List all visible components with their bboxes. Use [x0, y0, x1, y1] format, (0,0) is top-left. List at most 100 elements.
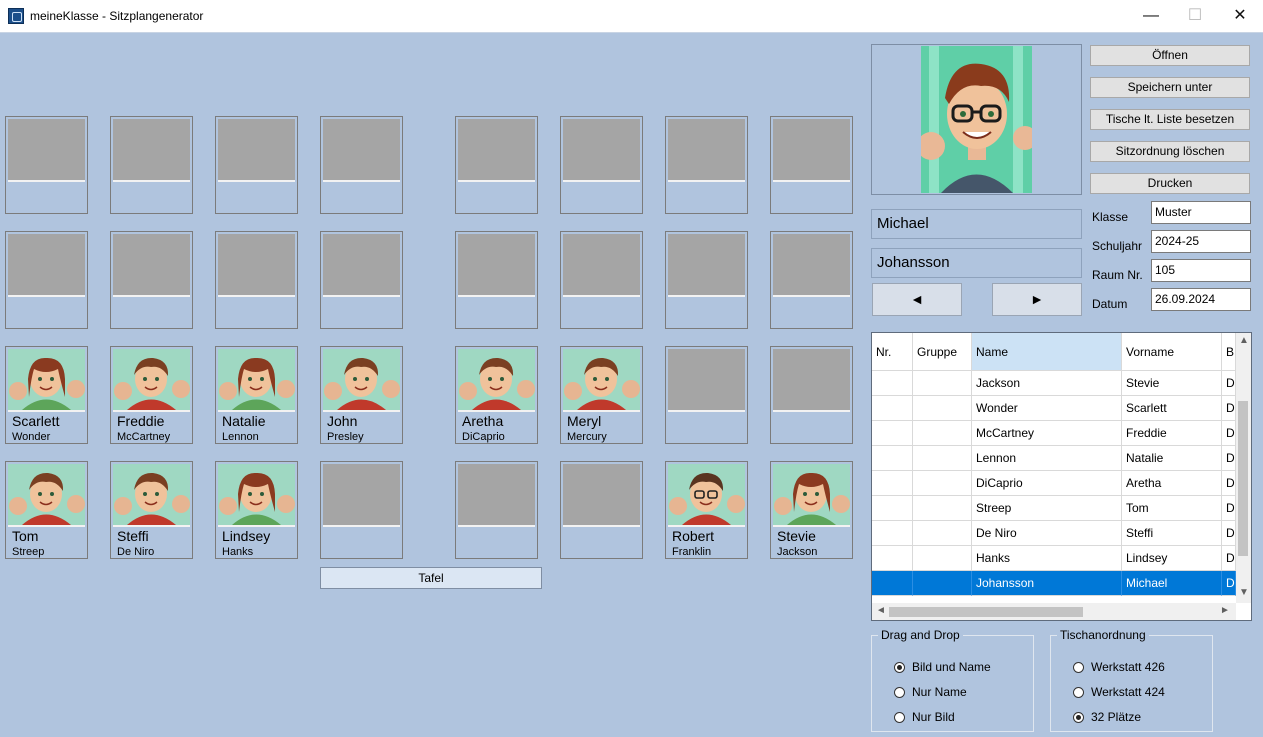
desk-seat[interactable]: Tom Streep — [5, 461, 88, 559]
first-name-field[interactable]: Michael — [871, 209, 1082, 239]
desk-seat[interactable] — [320, 461, 403, 559]
table-cell[interactable]: Steffi — [1122, 521, 1222, 546]
table-cell[interactable] — [872, 471, 913, 496]
table-cell[interactable] — [913, 546, 972, 571]
table-cell[interactable]: DiCaprio — [972, 471, 1122, 496]
table-cell[interactable]: Freddie — [1122, 421, 1222, 446]
desk-seat[interactable] — [5, 116, 88, 214]
fill-desks-from-list-button[interactable]: Tische lt. Liste besetzen — [1090, 109, 1250, 130]
horizontal-scroll-thumb[interactable] — [889, 607, 1083, 617]
column-header[interactable]: Nr. — [872, 333, 913, 371]
vertical-scroll-thumb[interactable] — [1238, 401, 1248, 556]
table-cell[interactable]: Scarlett — [1122, 396, 1222, 421]
table-cell[interactable] — [872, 571, 913, 596]
table-cell[interactable]: Wonder — [972, 396, 1122, 421]
desk-seat[interactable] — [215, 116, 298, 214]
desk-seat[interactable] — [665, 346, 748, 444]
vertical-scrollbar[interactable]: ▲ ▼ — [1236, 333, 1251, 603]
scroll-right-icon[interactable]: ► — [1220, 605, 1230, 616]
desk-seat[interactable] — [665, 116, 748, 214]
room-number-input[interactable]: 105 — [1151, 259, 1251, 282]
open-button[interactable]: Öffnen — [1090, 45, 1250, 66]
desk-seat[interactable] — [560, 231, 643, 329]
desk-seat[interactable] — [110, 231, 193, 329]
student-table[interactable]: Nr. Gruppe Name Vorname B Jackson Stevie D Wonde… — [871, 332, 1252, 621]
desk-seat[interactable]: Aretha DiCaprio — [455, 346, 538, 444]
scroll-up-icon[interactable]: ▲ — [1239, 335, 1249, 346]
radio-button[interactable] — [894, 712, 905, 723]
desk-seat[interactable] — [455, 116, 538, 214]
table-cell[interactable]: De Niro — [972, 521, 1122, 546]
table-cell[interactable] — [872, 546, 913, 571]
save-as-button[interactable]: Speichern unter — [1090, 77, 1250, 98]
table-cell[interactable] — [913, 571, 972, 596]
desk-seat[interactable] — [110, 116, 193, 214]
next-student-button[interactable]: ► — [992, 283, 1082, 316]
table-cell[interactable]: D — [1222, 521, 1236, 546]
table-cell[interactable]: McCartney — [972, 421, 1122, 446]
clear-seating-button[interactable]: Sitzordnung löschen — [1090, 141, 1250, 162]
desk-seat[interactable]: Stevie Jackson — [770, 461, 853, 559]
table-cell[interactable]: Johansson — [972, 571, 1122, 596]
table-cell[interactable] — [872, 371, 913, 396]
desk-seat[interactable] — [770, 231, 853, 329]
school-year-input[interactable]: 2024-25 — [1151, 230, 1251, 253]
desk-seat[interactable] — [455, 461, 538, 559]
desk-seat[interactable]: Lindsey Hanks — [215, 461, 298, 559]
table-cell[interactable]: Aretha — [1122, 471, 1222, 496]
desk-seat[interactable] — [320, 231, 403, 329]
desk-seat[interactable] — [665, 231, 748, 329]
table-cell[interactable] — [872, 446, 913, 471]
desk-seat[interactable] — [320, 116, 403, 214]
column-header[interactable]: Gruppe — [913, 333, 972, 371]
table-cell[interactable] — [872, 496, 913, 521]
desk-seat[interactable]: John Presley — [320, 346, 403, 444]
previous-student-button[interactable]: ◄ — [872, 283, 962, 316]
column-header[interactable]: B — [1222, 333, 1236, 371]
horizontal-scrollbar[interactable]: ◄ ► — [872, 603, 1236, 620]
scroll-left-icon[interactable]: ◄ — [876, 605, 886, 616]
desk-seat[interactable] — [5, 231, 88, 329]
close-button[interactable]: ✕ — [1217, 0, 1263, 32]
desk-seat[interactable] — [560, 461, 643, 559]
desk-seat[interactable]: Freddie McCartney — [110, 346, 193, 444]
table-cell[interactable]: Lindsey — [1122, 546, 1222, 571]
table-cell[interactable]: Tom — [1122, 496, 1222, 521]
table-cell[interactable] — [913, 471, 972, 496]
minimize-button[interactable]: — — [1128, 0, 1174, 32]
desk-seat[interactable] — [215, 231, 298, 329]
radio-button[interactable] — [1073, 712, 1084, 723]
print-button[interactable]: Drucken — [1090, 173, 1250, 194]
table-cell[interactable]: Hanks — [972, 546, 1122, 571]
maximize-button[interactable]: ☐ — [1172, 0, 1218, 32]
desk-seat[interactable]: Robert Franklin — [665, 461, 748, 559]
last-name-field[interactable]: Johansson — [871, 248, 1082, 278]
table-cell[interactable]: D — [1222, 471, 1236, 496]
desk-seat[interactable]: Steffi De Niro — [110, 461, 193, 559]
table-cell[interactable] — [913, 371, 972, 396]
desk-seat[interactable] — [770, 116, 853, 214]
table-cell[interactable]: Jackson — [972, 371, 1122, 396]
table-cell[interactable]: Michael — [1122, 571, 1222, 596]
table-cell[interactable]: Natalie — [1122, 446, 1222, 471]
column-header[interactable]: Name — [972, 333, 1122, 371]
table-cell[interactable] — [913, 421, 972, 446]
table-cell[interactable]: Lennon — [972, 446, 1122, 471]
table-cell[interactable]: D — [1222, 446, 1236, 471]
table-cell[interactable] — [872, 421, 913, 446]
table-cell[interactable]: D — [1222, 371, 1236, 396]
table-cell[interactable] — [872, 521, 913, 546]
table-cell[interactable] — [913, 396, 972, 421]
table-cell[interactable]: Streep — [972, 496, 1122, 521]
desk-seat[interactable]: Meryl Mercury — [560, 346, 643, 444]
table-cell[interactable]: D — [1222, 546, 1236, 571]
radio-button[interactable] — [894, 662, 905, 673]
desk-seat[interactable] — [455, 231, 538, 329]
class-input[interactable]: Muster — [1151, 201, 1251, 224]
table-cell[interactable]: Stevie — [1122, 371, 1222, 396]
table-cell[interactable] — [913, 446, 972, 471]
table-cell[interactable] — [872, 396, 913, 421]
desk-seat[interactable]: Scarlett Wonder — [5, 346, 88, 444]
table-cell[interactable]: D — [1222, 396, 1236, 421]
table-cell[interactable] — [913, 521, 972, 546]
